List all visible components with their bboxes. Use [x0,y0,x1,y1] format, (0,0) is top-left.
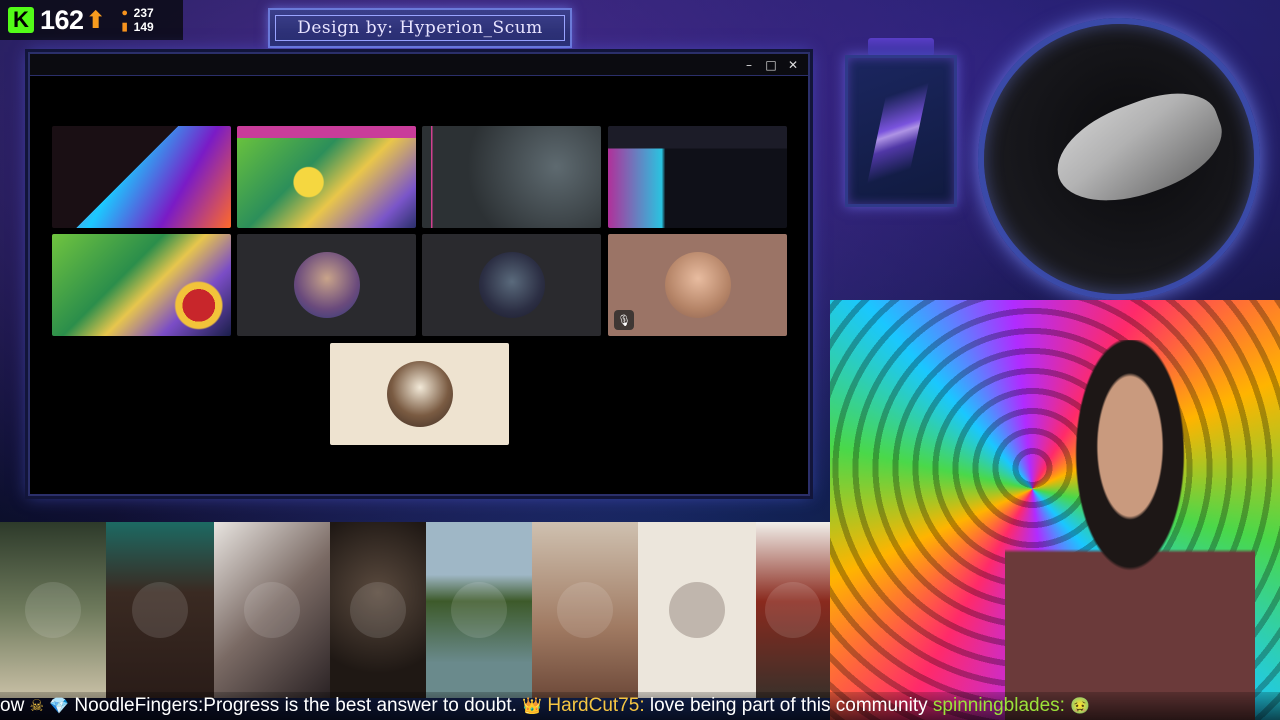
design-credit-banner: Design by: Hyperion_Scum [268,8,572,48]
strip-avatar-2 [106,522,214,698]
ticker-user-1: NoodleFingers [74,695,198,716]
person-icon: ● [121,7,128,19]
chat-ticker: ow ☠ 💎 NoodleFingers: Progress is the bes… [0,692,1280,720]
participant-tile-8[interactable]: 🎙 [608,234,787,336]
participant-tile-3[interactable] [422,126,601,228]
ticker-message-1: Progress is the best answer to doubt. [203,695,517,716]
counter-stats: ● 237 ▮ 149 [120,6,154,34]
crown-icon: 👑 [522,698,543,715]
strip-avatar-7 [638,522,756,698]
ticker-sep-2: : [639,695,645,716]
kick-logo-icon: K [8,7,34,33]
badge-skull-icon: ☠ [29,698,44,715]
minimize-button[interactable]: – [738,55,760,75]
bars-icon: ▮ [121,21,128,33]
stat-bottom: 149 [133,20,154,34]
participant-tile-9[interactable] [330,343,509,445]
participant-tile-4[interactable] [608,126,787,228]
ticker-prefix: ow [0,695,30,716]
ticker-message-2: love being part of this community [649,695,928,716]
close-button[interactable]: ✕ [782,55,804,75]
circle-image-frame [978,18,1260,300]
ticker-sep-3: : [1059,695,1065,716]
figure-image [1043,77,1235,221]
strip-avatar-3 [214,522,330,698]
video-call-window: – □ ✕ 🎙 [28,52,810,496]
participant-tile-2[interactable] [237,126,416,228]
design-credit-text: Design by: Hyperion_Scum [297,18,543,38]
viewer-counter: K 162 ⬆ ● 237 ▮ 149 [0,0,183,40]
frame-tab [868,38,934,56]
up-arrow-icon: ⬆ [85,6,106,34]
participant-tile-5[interactable] [52,234,231,336]
bearded-gamer-avatar-icon [386,361,453,427]
strip-avatar-1 [0,522,106,698]
streamer-figure [1005,340,1255,720]
sick-face-icon: 🤢 [1070,698,1091,715]
participant-tile-6[interactable] [237,234,416,336]
strip-avatar-6 [532,522,638,698]
badge-gem-icon: 💎 [49,698,70,715]
bird-avatar-icon [293,252,360,318]
webcam-feed [830,300,1280,720]
strip-avatar-4 [330,522,426,698]
participant-tile-7[interactable] [422,234,601,336]
muscle-man-avatar-icon [664,252,731,318]
galaxy-streak [864,68,932,198]
warrior-avatar-icon [478,252,545,318]
strip-avatar-5 [426,522,532,698]
stat-top: 237 [133,6,154,20]
ticker-user-2: HardCut75 [547,695,640,716]
avatar-strip [0,522,830,698]
mic-muted-icon: 🎙 [614,310,634,330]
ticker-user-3: spinningblades [932,695,1060,716]
window-titlebar: – □ ✕ [30,54,808,76]
follower-count: 162 [40,4,84,35]
maximize-button[interactable]: □ [760,55,782,75]
strip-avatar-8 [756,522,830,698]
decor-frame [845,55,957,207]
participant-tile-1[interactable] [52,126,231,228]
